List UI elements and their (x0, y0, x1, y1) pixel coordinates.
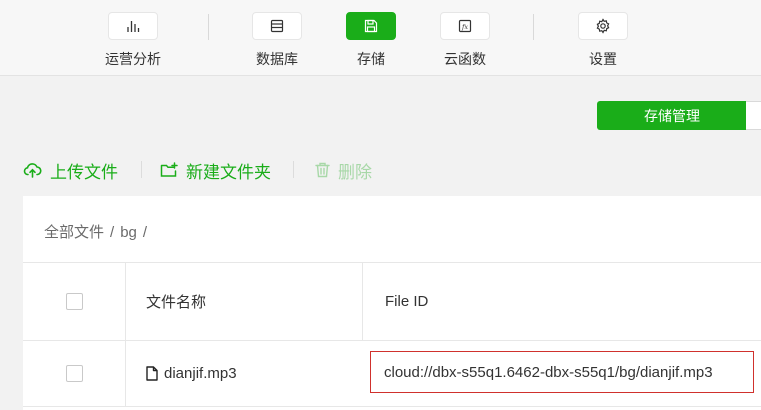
tool-storage-label: 存储 (357, 51, 385, 67)
table-row[interactable]: dianjif.mp3 cloud://dbx-s55q1.6462-dbx-s… (23, 341, 761, 407)
column-header-name-label: 文件名称 (146, 294, 207, 311)
new-folder-button[interactable]: 新建文件夹 (160, 157, 271, 183)
gear-icon (578, 12, 628, 40)
file-id-value[interactable]: cloud://dbx-s55q1.6462-dbx-s55q1/bg/dian… (370, 351, 754, 393)
breadcrumb-separator: / (142, 224, 148, 241)
file-icon (146, 366, 158, 381)
action-divider (141, 161, 142, 178)
tab-storage-management[interactable]: 存储管理 (597, 101, 747, 130)
new-folder-label: 新建文件夹 (186, 162, 271, 182)
tool-analytics-label: 运营分析 (105, 51, 161, 67)
top-toolbar: 运营分析 数据库 存储 fx 云函数 设置 (0, 0, 761, 76)
database-icon (252, 12, 302, 40)
breadcrumb-separator: / (110, 224, 115, 241)
column-header-fileid: File ID (362, 263, 761, 340)
toolbar-divider (533, 14, 534, 40)
action-divider (293, 161, 294, 178)
column-header-name: 文件名称 (125, 263, 362, 340)
breadcrumb-folder[interactable]: bg (120, 224, 137, 241)
select-all-cell (23, 263, 125, 340)
file-table: 文件名称 File ID dianjif.mp3 cloud://dbx-s55… (23, 262, 761, 407)
function-icon: fx (440, 12, 490, 40)
column-header-fileid-label: File ID (385, 293, 429, 310)
tool-database[interactable]: 数据库 (232, 12, 322, 72)
table-header: 文件名称 File ID (23, 263, 761, 341)
new-folder-icon (160, 162, 178, 177)
row-checkbox[interactable] (65, 365, 83, 382)
toolbar-divider (208, 14, 209, 40)
svg-text:fx: fx (461, 23, 468, 31)
breadcrumb: 全部文件 / bg / (44, 221, 153, 242)
delete-button[interactable]: 删除 (315, 157, 372, 183)
tab-next[interactable] (746, 101, 761, 130)
tool-cloud-function-label: 云函数 (444, 51, 486, 67)
file-panel: 全部文件 / bg / 文件名称 File ID dianjif.mp3 cloud:… (23, 196, 761, 410)
trash-icon (315, 162, 330, 178)
delete-label: 删除 (338, 162, 372, 182)
file-name-cell: dianjif.mp3 (125, 341, 362, 406)
tool-database-label: 数据库 (256, 51, 298, 67)
cloud-upload-icon (23, 163, 42, 178)
row-select-cell (23, 341, 125, 406)
file-name[interactable]: dianjif.mp3 (164, 365, 237, 382)
tool-storage[interactable]: 存储 (326, 12, 416, 72)
tool-analytics[interactable]: 运营分析 (88, 12, 178, 72)
save-icon (346, 12, 396, 40)
tool-settings[interactable]: 设置 (558, 12, 648, 72)
bar-chart-icon (108, 12, 158, 40)
breadcrumb-root[interactable]: 全部文件 (44, 224, 104, 241)
tool-cloud-function[interactable]: fx 云函数 (420, 12, 510, 72)
upload-file-label: 上传文件 (50, 162, 118, 182)
select-all-checkbox[interactable] (65, 293, 83, 310)
upload-file-button[interactable]: 上传文件 (23, 157, 118, 183)
tool-settings-label: 设置 (589, 51, 617, 67)
